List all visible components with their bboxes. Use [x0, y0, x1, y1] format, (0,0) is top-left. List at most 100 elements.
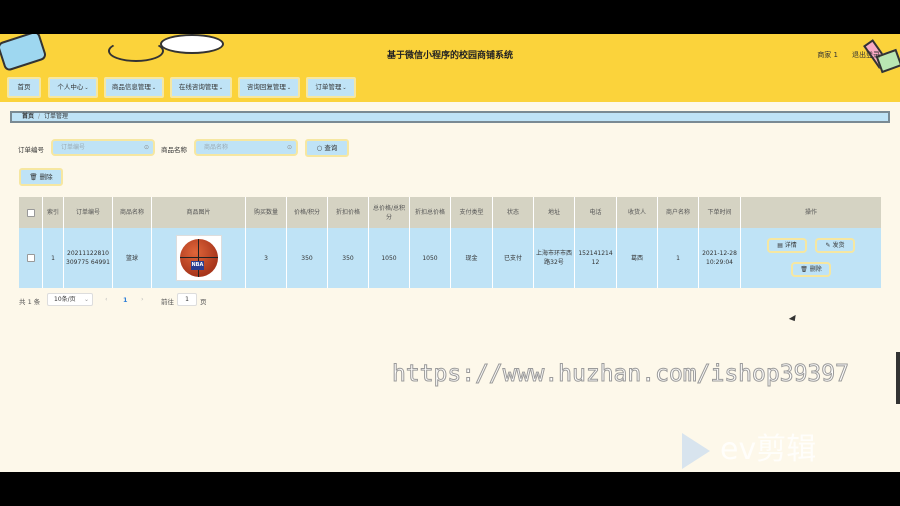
cell-merchant: 1	[658, 228, 699, 288]
page-title: 基于微信小程序的校园商铺系统	[386, 51, 513, 61]
product-name-placeholder: 商品名称	[204, 144, 229, 151]
detail-label: 详情	[784, 242, 797, 249]
query-button[interactable]: ○ 查询	[305, 139, 349, 157]
chevron-down-icon: ⌄	[84, 85, 89, 91]
select-all-cell	[19, 197, 43, 228]
cell-discount-total: 1050	[410, 228, 451, 288]
trash-icon: 🗑	[29, 173, 38, 181]
edit-icon: ✎	[825, 242, 831, 249]
cell-index: 1	[43, 228, 64, 288]
column-header: 价格/积分	[287, 197, 328, 228]
product-image[interactable]: NBA	[175, 235, 222, 281]
nav-item-label: 个人中心	[57, 83, 84, 91]
next-page-button[interactable]: ›	[141, 295, 144, 303]
breadcrumb-home[interactable]: 首页	[22, 113, 34, 120]
goto-page-input[interactable]: 1	[177, 293, 197, 306]
column-header: 购买数量	[246, 197, 287, 228]
column-header: 商户名称	[658, 197, 699, 228]
cell-status: 已支付	[493, 228, 534, 288]
chevron-down-icon: ⌄	[286, 85, 292, 91]
cell-order-no: 20211122810309775 64991	[64, 228, 113, 288]
prev-page-button[interactable]: ‹	[105, 295, 108, 303]
nav-item-label: 商品信息管理	[111, 83, 151, 91]
column-header: 折扣价格	[328, 197, 369, 228]
chevron-down-icon: ⌄	[342, 85, 347, 91]
cell-total: 1050	[369, 228, 410, 288]
page-size-value: 10条/页	[54, 296, 76, 303]
breadcrumb: 首页 / 订单管理	[10, 111, 890, 123]
batch-delete-label: 删除	[39, 173, 53, 181]
clear-icon[interactable]: ⊙	[287, 141, 292, 154]
nav-item-products[interactable]: 商品信息管理⌄	[104, 77, 164, 98]
row-checkbox[interactable]	[26, 254, 35, 262]
logout-link[interactable]: 退出登录	[852, 50, 880, 60]
breadcrumb-current: 订单管理	[44, 113, 69, 120]
page-unit-label: 页	[200, 298, 207, 306]
table-row: 1 20211122810309775 64991 篮球 NBA 3 350 3…	[19, 228, 881, 288]
watermark-url: https://www.huzhan.com/ishop39397	[392, 361, 850, 388]
scrollbar[interactable]	[896, 352, 900, 404]
breadcrumb-separator: /	[38, 113, 41, 120]
nav-item-label: 咨询回复管理	[246, 83, 286, 91]
select-all-checkbox[interactable]	[26, 208, 35, 217]
nav-item-reply[interactable]: 咨询回复管理⌄	[238, 77, 300, 98]
cell-pay-type: 现金	[451, 228, 493, 288]
ship-label: 发货	[832, 242, 845, 249]
product-name-label: 商品名称	[161, 146, 187, 154]
cell-actions: ▤ 详情 ✎ 发货 🗑 删除	[741, 228, 881, 288]
column-header: 折扣总价格	[410, 197, 451, 228]
column-header: 电话	[575, 197, 617, 228]
chevron-down-icon: ⌄	[218, 85, 224, 91]
play-icon	[682, 432, 710, 469]
column-header: 商品名称	[113, 197, 152, 228]
pagination-total: 共 1 条	[19, 298, 41, 306]
column-header: 索引	[43, 197, 64, 228]
column-header: 地址	[534, 197, 575, 228]
cell-receiver: 葛西	[617, 228, 658, 288]
order-no-input[interactable]: 订单编号 ⊙	[51, 139, 155, 156]
nav-item-consult[interactable]: 在线咨询管理⌄	[170, 77, 232, 98]
batch-delete-button[interactable]: 🗑 删除	[19, 168, 63, 186]
clear-icon[interactable]: ⊙	[144, 141, 149, 154]
delete-button[interactable]: 🗑 删除	[791, 262, 831, 277]
order-no-placeholder: 订单编号	[61, 144, 86, 151]
column-header: 订单编号	[64, 197, 113, 228]
order-no-label: 订单编号	[18, 146, 44, 154]
column-header: 下单时间	[699, 197, 741, 228]
search-icon: ○	[316, 144, 323, 152]
column-header: 收货人	[617, 197, 658, 228]
mouse-cursor-icon	[788, 314, 799, 324]
header: 基于微信小程序的校园商铺系统 商家 1 退出登录	[0, 34, 900, 74]
cell-image: NBA	[152, 228, 246, 288]
chevron-down-icon: ⌄	[151, 85, 157, 91]
nav-item-orders[interactable]: 订单管理⌄	[306, 77, 356, 98]
trash-icon: 🗑	[800, 266, 808, 273]
nav-item-label: 订单管理	[315, 83, 342, 91]
nav-item-label: 在线咨询管理	[178, 83, 218, 91]
cell-time: 2021-12-28 10:29:04	[699, 228, 741, 288]
cell-address: 上海市环市西路32号	[534, 228, 575, 288]
chevron-down-icon: ⌄	[83, 296, 89, 303]
nav-item-home[interactable]: 首页	[7, 77, 41, 98]
cell-discount-price: 350	[328, 228, 369, 288]
ev-logo-text: ev剪辑	[720, 432, 817, 467]
top-nav: 首页 个人中心⌄ 商品信息管理⌄ 在线咨询管理⌄ 咨询回复管理⌄ 订单管理⌄	[0, 74, 900, 102]
column-header: 总价格/总积分	[369, 197, 410, 228]
ev-editor-logo: ev剪辑	[682, 424, 816, 469]
page-number-current[interactable]: 1	[123, 296, 128, 304]
table-header: 索引 订单编号 商品名称 商品图片 购买数量 价格/积分 折扣价格 总价格/总积…	[19, 197, 881, 228]
delete-label: 删除	[809, 266, 822, 273]
query-button-label: 查询	[324, 144, 338, 152]
ship-button[interactable]: ✎ 发货	[815, 238, 855, 253]
product-name-input[interactable]: 商品名称 ⊙	[194, 139, 298, 156]
nav-item-label: 首页	[17, 83, 31, 91]
app-window: 基于微信小程序的校园商铺系统 商家 1 退出登录 首页 个人中心⌄ 商品信息管理…	[0, 34, 900, 472]
column-header: 商品图片	[152, 197, 246, 228]
detail-button[interactable]: ▤ 详情	[767, 238, 807, 253]
current-user: 商家 1	[817, 51, 838, 59]
cell-quantity: 3	[246, 228, 287, 288]
nav-item-profile[interactable]: 个人中心⌄	[48, 77, 98, 98]
page-size-select[interactable]: 10条/页 ⌄	[47, 293, 93, 306]
goto-label: 前往	[161, 298, 174, 306]
column-header: 状态	[493, 197, 534, 228]
